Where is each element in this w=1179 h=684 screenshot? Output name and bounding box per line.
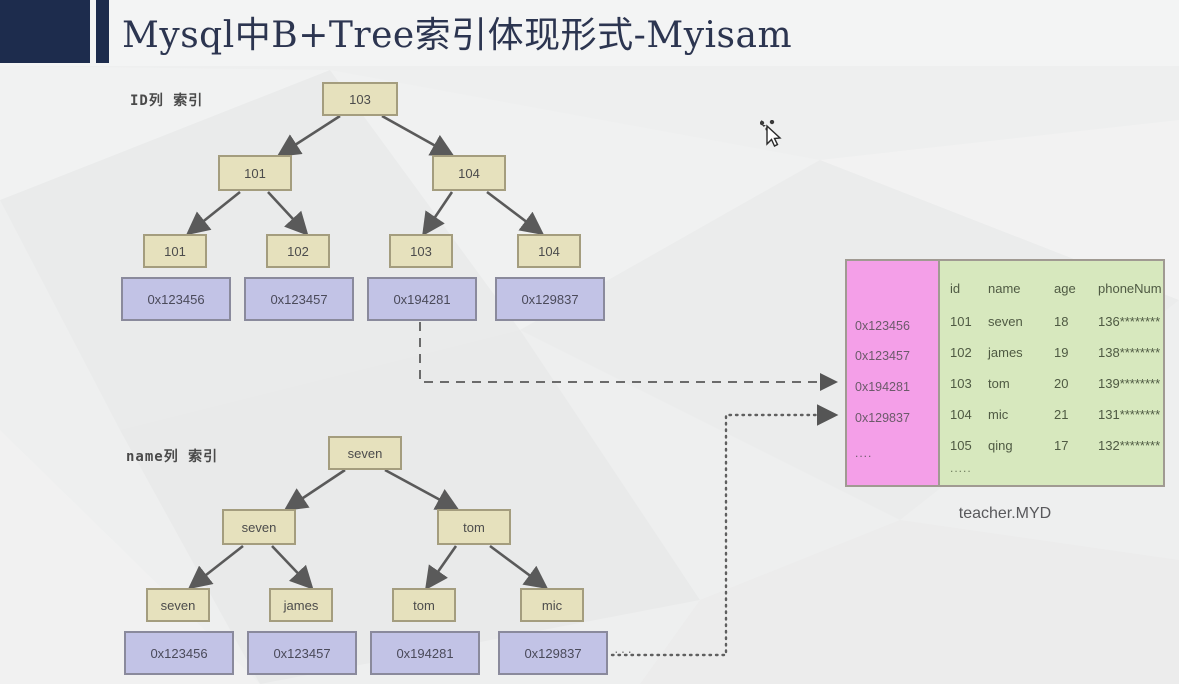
name-tree-root: seven (328, 436, 402, 470)
myd-address-4: 0x129837 (855, 411, 910, 425)
myd-rows-ellipsis: ..... (950, 461, 972, 475)
id-tree-root: 103 (322, 82, 398, 116)
name-tree-node-left: seven (222, 509, 296, 545)
cell-id: 101 (950, 314, 972, 329)
accent-block (0, 0, 90, 63)
myd-col-header-id: id (950, 281, 961, 296)
id-tree-node-right: 104 (432, 155, 506, 191)
cell-name: seven (988, 314, 1023, 329)
id-leaf-key-2: 102 (266, 234, 330, 268)
cell-phone: 132******** (1098, 438, 1161, 453)
myd-record-column: id name age phoneNum 101 seven 18 136***… (940, 261, 1163, 485)
name-leaf-key-4: mic (520, 588, 584, 622)
pointer-id-0x194281 (419, 322, 838, 391)
cell-id: 103 (950, 376, 972, 391)
name-leaf-address-2: 0x123457 (247, 631, 357, 675)
id-leaf-key-3: 103 (389, 234, 453, 268)
myd-address-2: 0x123457 (855, 349, 910, 363)
myd-address-ellipsis: .... (855, 446, 873, 460)
myd-address-1: 0x123456 (855, 319, 910, 333)
name-leaf-tail-dots: ··· (614, 643, 634, 659)
cell-id: 105 (950, 438, 972, 453)
myd-col-header-phone: phoneNum (1098, 281, 1162, 296)
id-leaf-key-4: 104 (517, 234, 581, 268)
id-leaf-address-1: 0x123456 (121, 277, 231, 321)
myd-data-file: 0x123456 0x123457 0x194281 0x129837 ....… (845, 259, 1165, 487)
myd-col-header-age: age (1054, 281, 1076, 296)
id-leaf-key-1: 101 (143, 234, 207, 268)
cell-phone: 136******** (1098, 314, 1161, 329)
cell-age: 20 (1054, 376, 1069, 391)
name-tree-node-right: tom (437, 509, 511, 545)
mouse-cursor (760, 120, 782, 147)
id-leaf-address-4: 0x129837 (495, 277, 605, 321)
pointer-name-0x129837 (610, 404, 839, 657)
name-leaf-address-1: 0x123456 (124, 631, 234, 675)
cell-age: 18 (1054, 314, 1069, 329)
id-tree-node-left: 101 (218, 155, 292, 191)
name-leaf-address-4: 0x129837 (498, 631, 608, 675)
accent-bar (96, 0, 109, 63)
name-leaf-key-2: james (269, 588, 333, 622)
slide-canvas: Mysql中B+Tree索引体现形式-Myisam ID列 索引 103 101… (0, 0, 1179, 684)
cell-phone: 131******** (1098, 407, 1161, 422)
cell-name: mic (988, 407, 1009, 422)
id-leaf-address-2: 0x123457 (244, 277, 354, 321)
cell-id: 102 (950, 345, 972, 360)
page-title: Mysql中B+Tree索引体现形式-Myisam (122, 15, 793, 56)
myd-address-column: 0x123456 0x123457 0x194281 0x129837 .... (847, 261, 940, 485)
cell-name: james (988, 345, 1023, 360)
cell-phone: 139******** (1098, 376, 1161, 391)
name-leaf-address-3: 0x194281 (370, 631, 480, 675)
myd-col-header-name: name (988, 281, 1021, 296)
id-leaf-address-3: 0x194281 (367, 277, 477, 321)
name-leaf-key-1: seven (146, 588, 210, 622)
cell-age: 19 (1054, 345, 1069, 360)
name-leaf-key-3: tom (392, 588, 456, 622)
cell-age: 21 (1054, 407, 1069, 422)
myd-address-3: 0x194281 (855, 380, 910, 394)
cell-name: tom (988, 376, 1010, 391)
cell-age: 17 (1054, 438, 1069, 453)
name-index-label: name列 索引 (126, 449, 219, 465)
myd-caption: teacher.MYD (958, 505, 1052, 522)
cell-phone: 138******** (1098, 345, 1161, 360)
id-index-label: ID列 索引 (130, 93, 204, 109)
cell-id: 104 (950, 407, 972, 422)
cell-name: qing (988, 438, 1013, 453)
